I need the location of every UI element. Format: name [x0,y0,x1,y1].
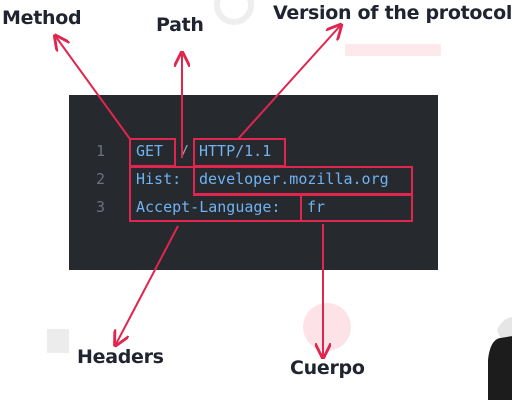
body-label: Cuerpo [290,357,365,379]
path-label: Path [156,14,204,36]
line-number: 2 [96,170,106,188]
line-number: 3 [96,198,106,216]
decor-figure-silhouette [488,336,512,400]
decor-ring [214,0,254,25]
decor-pink-bar [345,44,441,56]
method-label: Method [2,7,82,29]
header-value: fr [307,198,326,216]
code-line-1: 1 GET / HTTP/1.1 [69,139,438,163]
header-name: Hist: [136,170,182,188]
decor-pink-circle [303,303,351,351]
code-line-2: 2 Hist: developer.mozilla.org [69,167,438,191]
header-name: Accept-Language: [136,198,281,216]
line-number: 1 [96,142,106,160]
path-slash: / [180,142,190,160]
decor-gray-square [47,329,69,353]
header-value: developer.mozilla.org [199,170,389,188]
version-label: Version of the protocol [273,2,512,24]
http-request-code-block: 1 GET / HTTP/1.1 2 Hist: developer.mozil… [69,95,438,270]
headers-label: Headers [77,346,164,368]
protocol-version: HTTP/1.1 [199,142,272,160]
decor-figure-highlight [497,317,512,338]
http-method: GET [136,142,164,160]
code-line-3: 3 Accept-Language: fr [69,195,438,219]
